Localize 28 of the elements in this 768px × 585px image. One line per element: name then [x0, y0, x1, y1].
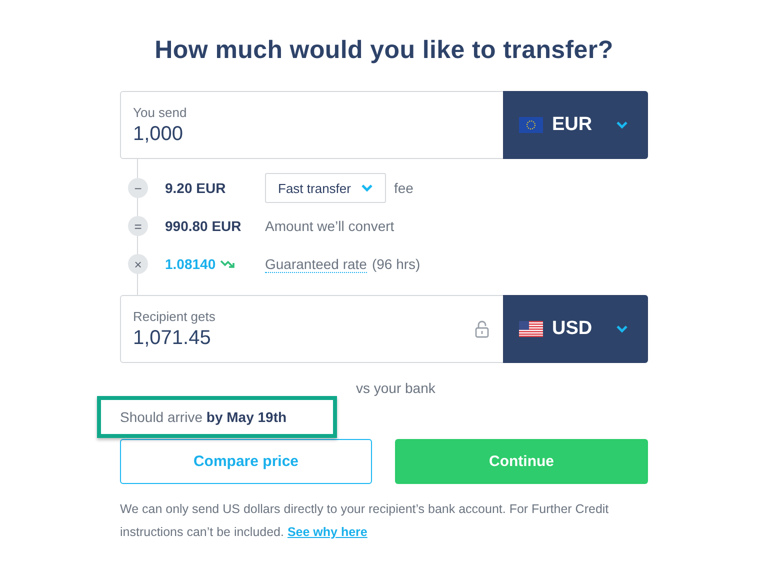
amount-value[interactable]: 1,071.45: [133, 326, 475, 350]
field-label: You send: [133, 104, 188, 120]
field-label: Recipient gets: [133, 308, 216, 324]
savings-note: vs your bank: [356, 380, 436, 396]
page-title: How much would you like to transfer?: [154, 36, 614, 65]
rate-duration: (96 hrs): [372, 256, 420, 272]
convert-amount: 990.80 EUR: [165, 218, 242, 234]
fee-label: fee: [394, 180, 414, 196]
info-text: We can only send US dollars directly to your recipient’s bank account. For Further Credit instructions can’t be included. See why here: [120, 501, 610, 541]
amount-value[interactable]: 1,000: [133, 122, 503, 146]
trend-down-icon: [220, 259, 236, 269]
flag-icon: [519, 117, 543, 133]
fee-amount: 9.20 EUR: [165, 180, 227, 196]
exchange-rate: 1.08140: [165, 256, 216, 272]
convert-label: Amount we’ll convert: [265, 218, 394, 234]
operator-symbol: −: [128, 178, 148, 198]
guaranteed-rate-link[interactable]: Guaranteed rate: [265, 256, 367, 272]
unlocked-lock-icon[interactable]: [475, 320, 489, 338]
operator-symbol: =: [128, 216, 148, 236]
operator-symbol: ×: [128, 254, 148, 274]
arrival-date: Should arrive by May 19th: [120, 409, 287, 425]
transfer-type-dropdown[interactable]: Fast transfer: [265, 173, 386, 203]
currency-select[interactable]: EUR: [503, 91, 648, 159]
currency-select[interactable]: USD: [503, 295, 648, 363]
chevron-down-icon: [616, 121, 628, 129]
flag-icon: [519, 321, 543, 337]
chevron-down-icon: [360, 184, 373, 192]
chevron-down-icon: [616, 325, 628, 333]
